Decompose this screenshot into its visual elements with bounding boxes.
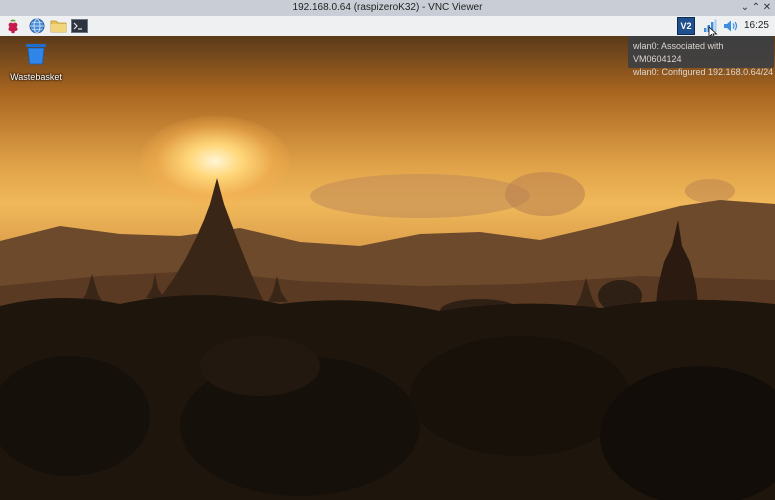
tooltip-line-1: wlan0: Associated with VM0604124 xyxy=(633,41,724,64)
trash-icon xyxy=(26,44,46,65)
volume-icon[interactable] xyxy=(722,17,740,35)
window-title: 192.168.0.64 (raspizeroK32) - VNC Viewer xyxy=(292,2,483,13)
browser-globe-icon[interactable] xyxy=(28,17,46,35)
taskbar: V2 16:25 xyxy=(0,16,775,37)
network-tooltip: wlan0: Associated with VM0604124 wlan0: … xyxy=(628,36,774,77)
wastebasket-desktop-icon[interactable]: Wastebasket xyxy=(8,42,64,82)
close-button[interactable]: ✕ xyxy=(760,1,774,14)
file-manager-icon[interactable] xyxy=(49,17,67,35)
desktop-wallpaper xyxy=(0,36,775,500)
raspberry-menu-icon[interactable] xyxy=(4,17,22,35)
terminal-icon[interactable] xyxy=(70,17,88,35)
tooltip-line-2: wlan0: Configured 192.168.0.64/24 xyxy=(633,67,774,77)
temples-landscape xyxy=(0,172,775,500)
wastebasket-label: Wastebasket xyxy=(10,72,62,82)
vnc-title-bar: 192.168.0.64 (raspizeroK32) - VNC Viewer… xyxy=(0,0,775,17)
clock[interactable]: 16:25 xyxy=(744,20,769,31)
vnc-server-icon[interactable]: V2 xyxy=(677,17,695,35)
